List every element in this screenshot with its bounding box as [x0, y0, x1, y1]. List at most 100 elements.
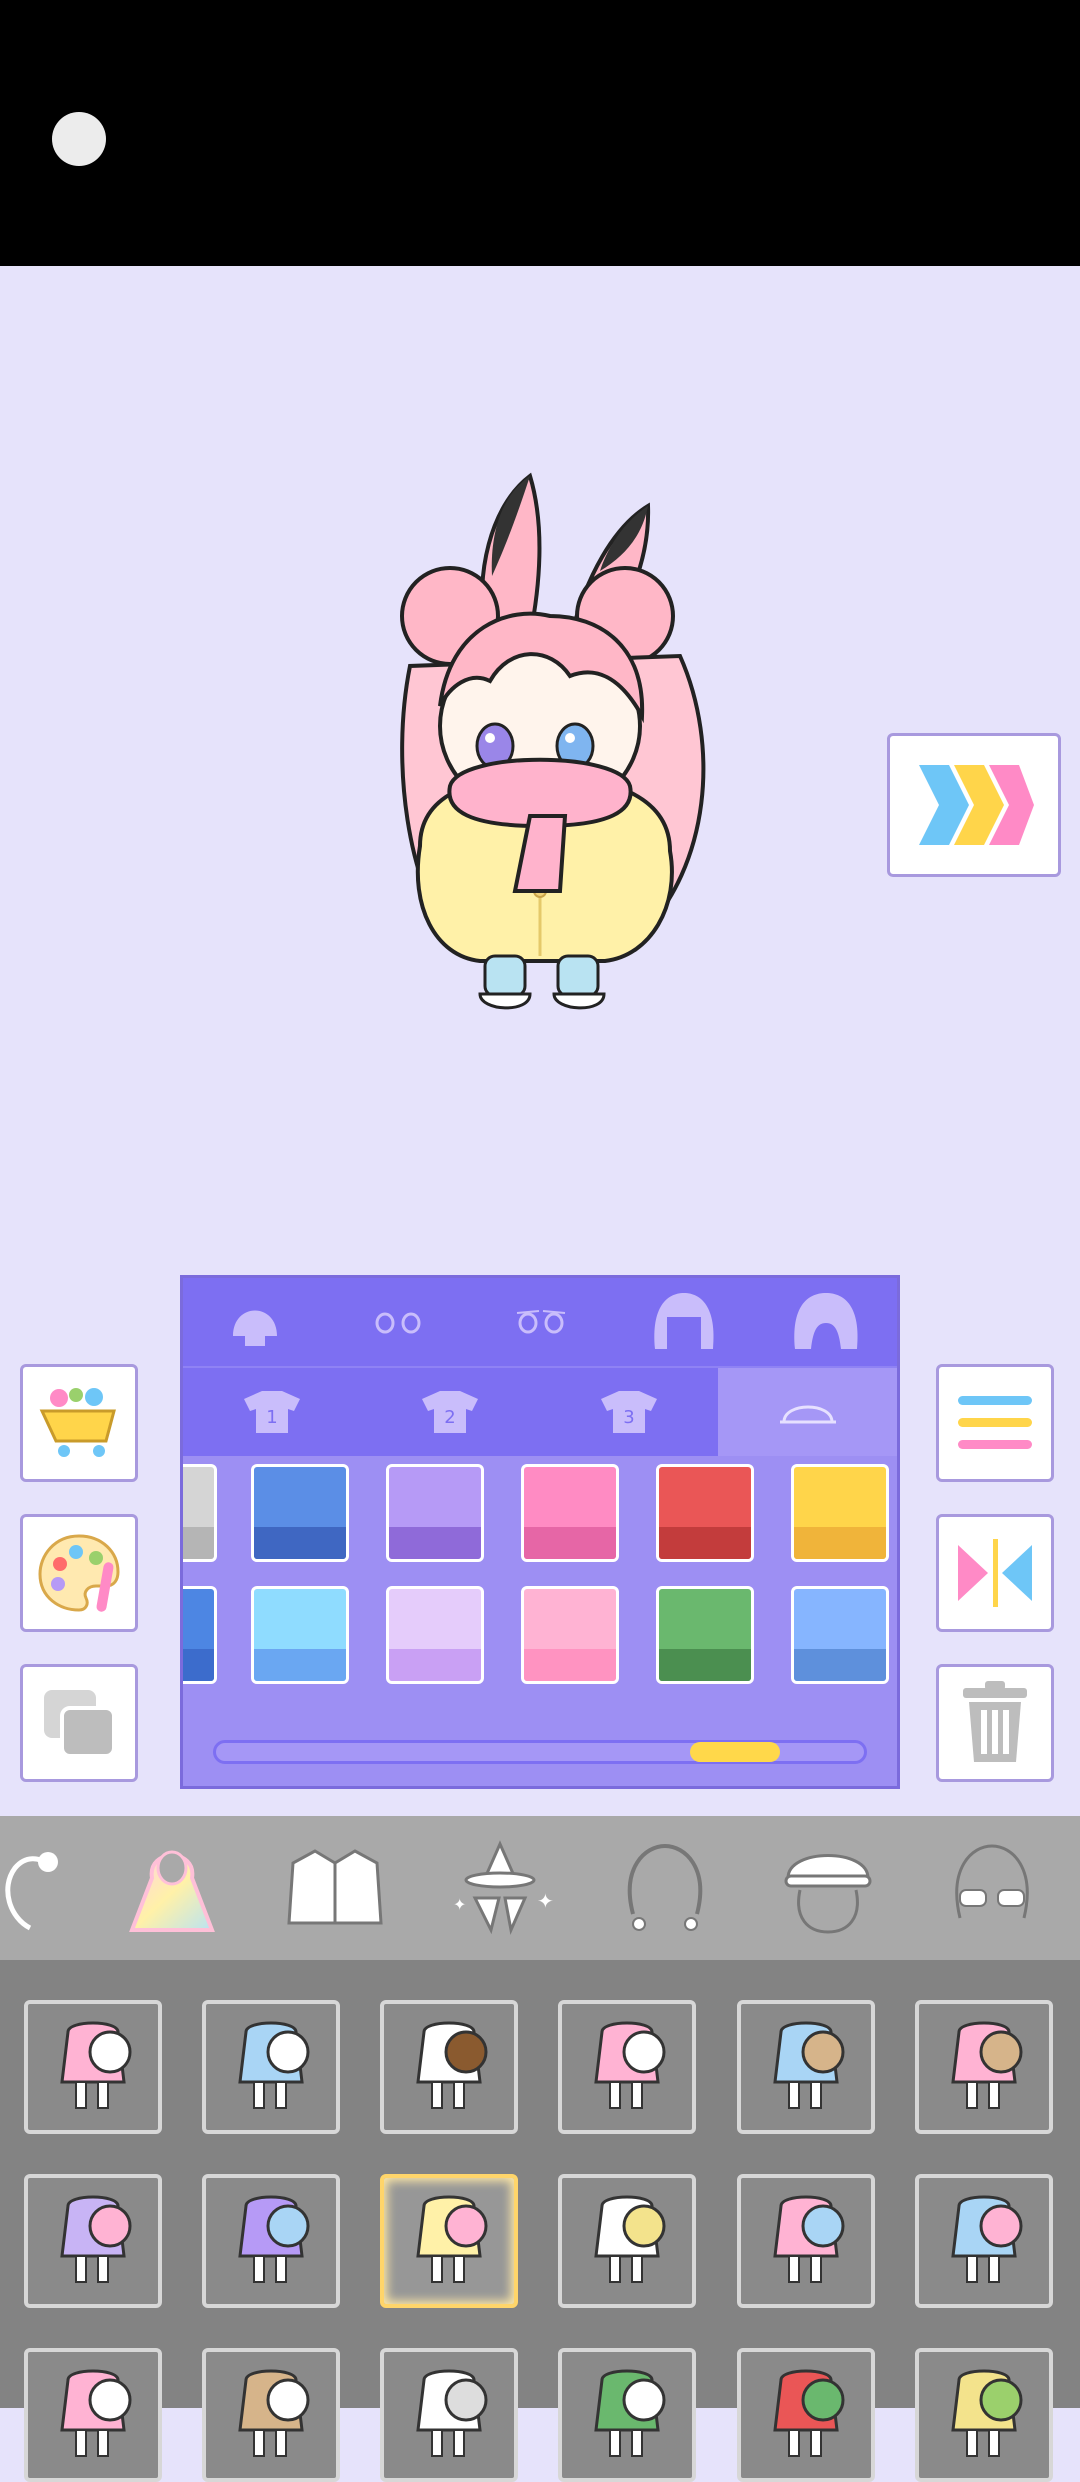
item-pink-pose[interactable] [737, 2174, 875, 2308]
color-swatch[interactable] [183, 1586, 217, 1684]
outfit-thumbnail-icon [773, 2021, 845, 2109]
shirt-icon: 2 [422, 1391, 478, 1433]
cap-icon [784, 1854, 872, 1934]
outfit-thumbnail-icon [238, 2369, 310, 2457]
shirt-icon: 3 [600, 1391, 657, 1433]
item-snowball-blue[interactable] [202, 2000, 340, 2134]
item-blue-pose[interactable] [915, 2174, 1053, 2308]
witch-hat-icon: ✦✦ [453, 1840, 554, 1936]
head-icon [232, 1310, 277, 1346]
tab-outfit-1[interactable]: 1 [183, 1368, 361, 1456]
category-earrings[interactable] [605, 1832, 725, 1944]
layers-icon [44, 1690, 116, 1758]
item-rolling-snowball[interactable] [558, 2000, 696, 2134]
outfit-thumbnail-icon [416, 2369, 488, 2457]
color-swatch[interactable] [183, 1464, 217, 1562]
swatch-shade [389, 1649, 481, 1681]
swatch-shade [659, 1527, 751, 1559]
palette-button[interactable] [20, 1514, 138, 1632]
outfit-3-label: 3 [623, 1407, 634, 1428]
layers-button[interactable] [20, 1664, 138, 1782]
paint-palette-icon [38, 1534, 120, 1612]
svg-text:✦: ✦ [537, 1889, 554, 1913]
item-green-top[interactable] [558, 2348, 696, 2482]
item-white-top[interactable] [380, 2348, 518, 2482]
item-bag[interactable] [202, 2348, 340, 2482]
shopping-cart-icon [39, 1388, 116, 1457]
tab-hat[interactable] [718, 1368, 897, 1456]
hair-front-icon [653, 1293, 714, 1349]
outfit-1-label: 1 [266, 1407, 277, 1428]
color-swatch[interactable] [791, 1464, 889, 1562]
outfit-thumbnail-icon [594, 2369, 666, 2457]
flip-button[interactable] [936, 1514, 1054, 1632]
color-swatch[interactable] [251, 1464, 349, 1562]
color-scrollbar-thumb[interactable] [689, 1742, 780, 1762]
swatch-shade [254, 1649, 346, 1681]
item-purple-dress-doll[interactable] [24, 2174, 162, 2308]
hat-icon [779, 1405, 836, 1424]
swatch-shade [524, 1527, 616, 1559]
item-watermelon[interactable] [737, 2348, 875, 2482]
menu-lines-icon [958, 1396, 1032, 1449]
color-swatch[interactable] [386, 1464, 484, 1562]
category-accessories[interactable]: ✦ ✦ [440, 1832, 560, 1944]
tab-head[interactable] [183, 1278, 326, 1366]
tab-hair-back[interactable] [755, 1278, 897, 1366]
triple-chevron-right-icon [919, 765, 1034, 845]
outfit-thumbnail-icon [951, 2021, 1023, 2109]
category-outerwear[interactable] [112, 1832, 232, 1944]
delete-button[interactable] [936, 1664, 1054, 1782]
item-purple-scarf[interactable] [202, 2174, 340, 2308]
item-grid [0, 1960, 1080, 2482]
category-hat[interactable] [768, 1832, 888, 1944]
tab-eyes-2[interactable] [469, 1278, 612, 1366]
outfit-thumbnail-icon [594, 2021, 666, 2109]
color-swatch[interactable] [386, 1586, 484, 1684]
swatch-shade [183, 1649, 214, 1681]
tab-hair-front[interactable] [612, 1278, 755, 1366]
color-swatch[interactable] [791, 1586, 889, 1684]
outfit-thumbnail-icon [238, 2195, 310, 2283]
swatch-shade [183, 1527, 214, 1559]
color-swatches [183, 1454, 897, 1734]
shirt-icon: 1 [244, 1391, 300, 1433]
outfit-thumbnail-icon [951, 2195, 1023, 2283]
color-swatch[interactable] [656, 1586, 754, 1684]
category-glasses[interactable] [932, 1832, 1052, 1944]
category-bar: ✦ ✦ [0, 1816, 1080, 1960]
tab-outfit-3[interactable]: 3 [539, 1368, 718, 1456]
item-fruit[interactable] [915, 2348, 1053, 2482]
color-swatch[interactable] [656, 1464, 754, 1562]
color-swatch[interactable] [251, 1586, 349, 1684]
swatch-shade [254, 1527, 346, 1559]
flip-horizontal-icon [958, 1539, 1032, 1607]
category-hair[interactable] [0, 1832, 80, 1944]
item-pink-coat[interactable] [915, 2000, 1053, 2134]
outfit-thumbnail-icon [951, 2369, 1023, 2457]
color-swatch[interactable] [521, 1586, 619, 1684]
shop-button[interactable] [20, 1364, 138, 1482]
next-button[interactable] [887, 733, 1061, 877]
item-snowman[interactable] [380, 2000, 518, 2134]
outfit-tabs-row: 1 2 3 [183, 1366, 897, 1456]
outfit-thumbnail-icon [773, 2369, 845, 2457]
tab-outfit-2[interactable]: 2 [361, 1368, 539, 1456]
item-blue-coat[interactable] [737, 2000, 875, 2134]
eyes-alt-icon [516, 1310, 565, 1334]
menu-button[interactable] [936, 1364, 1054, 1482]
svg-text:✦: ✦ [453, 1895, 466, 1914]
item-yellow-coat-scarf[interactable] [380, 2174, 518, 2308]
hair-icon [5, 1852, 58, 1931]
outfit-thumbnail-icon [594, 2195, 666, 2283]
outfit-thumbnail-icon [238, 2021, 310, 2109]
item-snowball-pink[interactable] [24, 2000, 162, 2134]
color-panel: 1 2 3 [180, 1275, 900, 1789]
part-tabs-row [183, 1278, 897, 1366]
item-net[interactable] [24, 2348, 162, 2482]
category-jacket[interactable] [275, 1832, 395, 1944]
color-swatch[interactable] [521, 1464, 619, 1562]
item-snow-bunny[interactable] [558, 2174, 696, 2308]
tab-eyes-1[interactable] [326, 1278, 469, 1366]
swatch-shade [524, 1649, 616, 1681]
